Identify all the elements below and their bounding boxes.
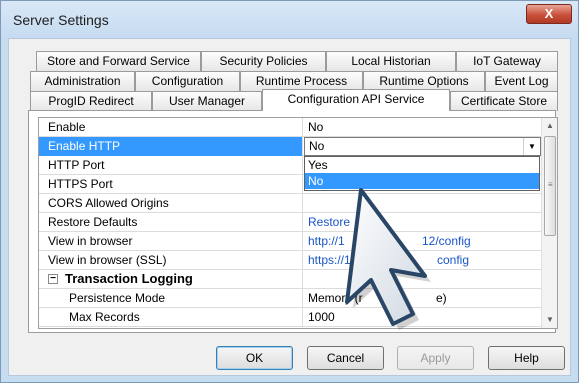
ok-button[interactable]: OK (216, 346, 293, 370)
link-text-start: https://1 (308, 253, 351, 267)
restore-defaults-link[interactable]: Restore (304, 213, 541, 232)
property-value[interactable]: 1000 (304, 308, 541, 327)
title-bar[interactable]: Server Settings X (1, 1, 578, 39)
property-row-enable-http[interactable]: Enable HTTP No ▼ (39, 137, 541, 156)
property-value[interactable] (304, 194, 541, 213)
property-value[interactable]: No (304, 118, 541, 137)
scroll-up-icon[interactable]: ▲ (542, 118, 557, 134)
property-value[interactable]: Memory (r e) (304, 289, 541, 308)
link-text-end: 12/config (422, 234, 471, 248)
property-row-persistence-mode[interactable]: Persistence Mode Memory (r e) (39, 289, 541, 308)
dropdown-option-yes[interactable]: Yes (305, 157, 539, 173)
tab-progid-redirect[interactable]: ProgID Redirect (30, 91, 152, 111)
scrollbar-thumb[interactable]: ≡ (544, 136, 556, 236)
property-name: Enable (39, 118, 303, 137)
property-name: Persistence Mode (39, 289, 303, 308)
property-name: HTTPS Port (39, 175, 303, 194)
property-name: View in browser (39, 232, 303, 251)
property-row-cors-allowed-origins[interactable]: CORS Allowed Origins (39, 194, 541, 213)
apply-button[interactable]: Apply (397, 346, 474, 370)
property-row-restore-defaults[interactable]: Restore Defaults Restore (39, 213, 541, 232)
property-row-enable[interactable]: Enable No (39, 118, 541, 137)
property-name: CORS Allowed Origins (39, 194, 303, 213)
property-row-max-records[interactable]: Max Records 1000 (39, 308, 541, 327)
property-name: Restore Defaults (39, 213, 303, 232)
link-text-end: config (437, 253, 470, 267)
tab-security-policies[interactable]: Security Policies (201, 51, 326, 71)
tab-runtime-process[interactable]: Runtime Process (240, 71, 363, 91)
tab-certificate-store[interactable]: Certificate Store (450, 91, 558, 111)
view-in-browser-link[interactable]: http://1 12/config (304, 232, 541, 251)
window-title: Server Settings (13, 12, 109, 28)
tab-administration[interactable]: Administration (30, 71, 135, 91)
property-row-view-in-browser-ssl[interactable]: View in browser (SSL) https://1 config (39, 251, 541, 270)
tab-event-log[interactable]: Event Log (485, 71, 558, 91)
tab-row-1: Store and Forward Service Security Polic… (36, 51, 558, 71)
combobox-value: No (309, 139, 325, 153)
tab-configuration-api-service[interactable]: Configuration API Service (262, 89, 450, 111)
enable-http-dropdown-list: Yes No (304, 156, 540, 191)
tab-configuration[interactable]: Configuration (135, 71, 240, 91)
property-name: Max Records (39, 308, 303, 327)
close-icon: X (544, 6, 554, 21)
help-button[interactable]: Help (488, 346, 565, 370)
close-button[interactable]: X (526, 4, 572, 24)
tab-local-historian[interactable]: Local Historian (326, 51, 456, 71)
tab-iot-gateway[interactable]: IoT Gateway (456, 51, 558, 71)
property-row-view-in-browser[interactable]: View in browser http://1 12/config (39, 232, 541, 251)
link-text-start: http://1 (308, 234, 345, 248)
dropdown-option-no[interactable]: No (305, 173, 539, 189)
property-name: Enable HTTP (39, 137, 303, 156)
tab-row-3: ProgID Redirect User Manager Configurati… (30, 89, 558, 111)
scroll-down-icon[interactable]: ▼ (542, 312, 557, 328)
value-text-end: e) (436, 291, 447, 305)
category-transaction-logging[interactable]: − Transaction Logging (39, 270, 541, 289)
vertical-scrollbar[interactable]: ▲ ≡ ▼ (541, 118, 557, 328)
tab-user-manager[interactable]: User Manager (152, 91, 262, 111)
grip-icon: ≡ (548, 180, 553, 189)
cancel-button[interactable]: Cancel (307, 346, 384, 370)
property-grid: Enable No Enable HTTP No ▼ HTTP Port HTT… (38, 117, 558, 329)
category-name: Transaction Logging (39, 270, 303, 289)
value-text-start: Memory (r (308, 291, 363, 305)
property-name: HTTP Port (39, 156, 303, 175)
tab-runtime-options[interactable]: Runtime Options (363, 71, 485, 91)
category-value (304, 270, 541, 289)
property-name: View in browser (SSL) (39, 251, 303, 270)
tab-row-2: Administration Configuration Runtime Pro… (30, 71, 558, 91)
view-in-browser-ssl-link[interactable]: https://1 config (304, 251, 541, 270)
chevron-down-icon[interactable]: ▼ (523, 138, 540, 155)
enable-http-combobox[interactable]: No ▼ (304, 137, 541, 156)
tab-store-and-forward[interactable]: Store and Forward Service (36, 51, 201, 71)
